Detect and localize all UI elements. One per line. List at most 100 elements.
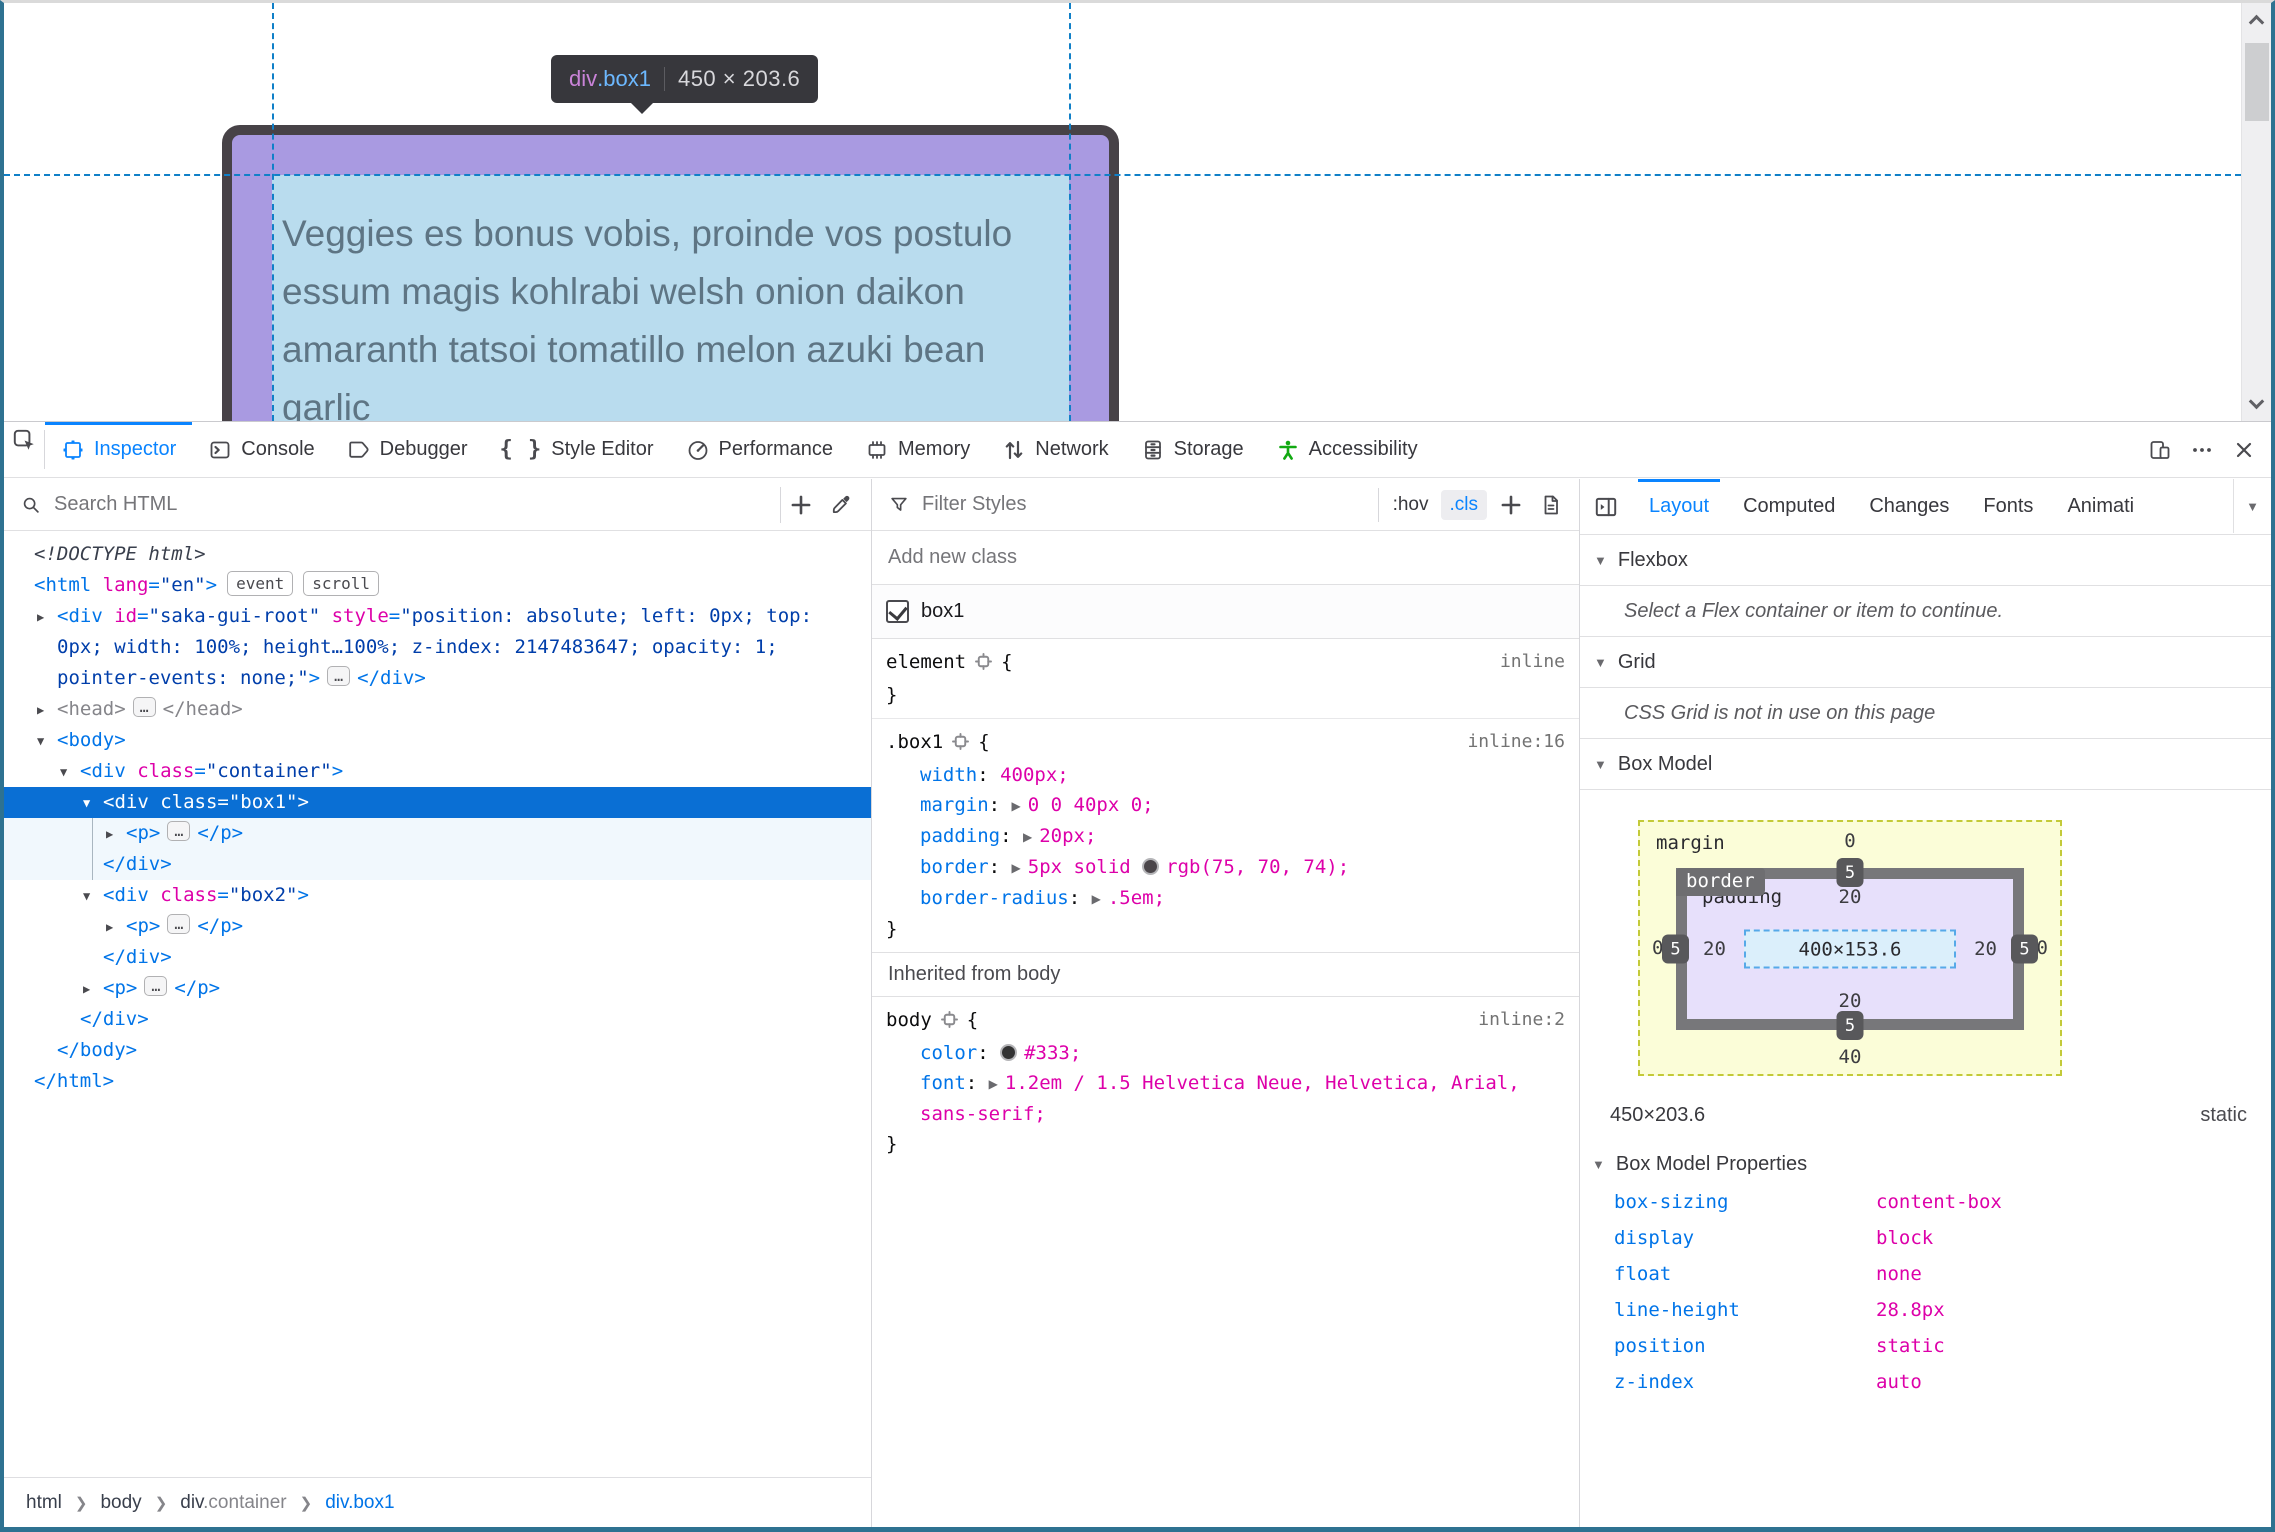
tree-node[interactable]: </div> <box>4 1004 871 1035</box>
css-declaration[interactable]: border-radius: ▶ .5em; <box>886 883 1565 914</box>
add-new-class-input[interactable]: Add new class <box>872 531 1579 585</box>
collapsed-children-icon[interactable]: … <box>132 697 156 717</box>
event-badge[interactable]: scroll <box>303 571 380 596</box>
rule-source-link[interactable]: inline:16 <box>1467 727 1565 757</box>
sidebar-tab-computed[interactable]: Computed <box>1726 479 1852 534</box>
responsive-design-mode-icon[interactable] <box>2139 422 2181 477</box>
page-scrollbar[interactable] <box>2241 3 2271 421</box>
event-badge[interactable]: event <box>227 571 294 596</box>
property-value[interactable]: 28.8px <box>1876 1292 1945 1328</box>
selector-highlighter-icon[interactable] <box>951 730 970 760</box>
tree-node[interactable]: ▼ <div class="box1"> <box>4 787 871 818</box>
border-top-value[interactable]: 5 <box>1836 858 1864 887</box>
sidebar-tab-layout[interactable]: Layout <box>1632 479 1726 534</box>
box-model-properties-header[interactable]: ▼ Box Model Properties <box>1592 1153 2271 1176</box>
close-devtools-icon[interactable] <box>2223 422 2265 477</box>
scroll-up-arrow-icon[interactable] <box>2248 14 2265 31</box>
property-name[interactable]: position <box>1614 1328 1876 1364</box>
tab-style-editor[interactable]: { } Style Editor <box>484 422 670 477</box>
collapsed-children-icon[interactable]: … <box>144 976 168 996</box>
tree-node[interactable]: </div> <box>4 942 871 973</box>
property-name[interactable]: padding <box>920 825 1000 847</box>
all-tabs-chevron-icon[interactable]: ▼ <box>2233 479 2271 533</box>
property-value[interactable]: static <box>1876 1328 1945 1364</box>
search-html-input[interactable]: Search HTML <box>54 493 780 516</box>
sidebar-tab-changes[interactable]: Changes <box>1852 479 1966 534</box>
property-name[interactable]: line-height <box>1614 1292 1876 1328</box>
padding-right-value[interactable]: 20 <box>1974 938 1997 960</box>
tree-node[interactable]: ▼ <body> <box>4 725 871 756</box>
expander-collapse-icon[interactable]: ▼ <box>60 757 67 788</box>
property-value[interactable]: rgb(75, 70, 74); <box>1166 856 1349 878</box>
expander-expand-icon[interactable]: ▶ <box>106 912 113 943</box>
property-value[interactable]: #333; <box>1024 1042 1081 1064</box>
tab-network[interactable]: Network <box>986 422 1124 477</box>
property-name[interactable]: border-radius <box>920 887 1069 909</box>
tree-node[interactable]: </div> <box>4 849 871 880</box>
tree-node[interactable]: <!DOCTYPE html> <box>4 539 871 570</box>
property-name[interactable]: border <box>920 856 989 878</box>
color-swatch[interactable] <box>1000 1044 1018 1061</box>
expander-collapse-icon[interactable]: ▼ <box>37 726 44 757</box>
expand-shorthand-icon[interactable]: ▶ <box>1012 853 1021 883</box>
property-value[interactable]: 0 0 40px 0; <box>1028 794 1154 816</box>
print-media-simulation-icon[interactable] <box>1531 487 1571 523</box>
property-value[interactable]: 20px; <box>1039 825 1096 847</box>
margin-top-value[interactable]: 0 <box>1844 830 1855 852</box>
sidebar-tab-animati[interactable]: Animati <box>2050 479 2151 534</box>
padding-top-value[interactable]: 20 <box>1839 886 1862 908</box>
property-value[interactable]: none <box>1876 1256 1922 1292</box>
expand-sidebar-icon[interactable] <box>1580 479 1632 534</box>
padding-bottom-value[interactable]: 20 <box>1839 990 1862 1012</box>
property-name[interactable]: display <box>1614 1220 1876 1256</box>
css-declaration[interactable]: padding: ▶ 20px; <box>886 821 1565 852</box>
rule-source-link[interactable]: inline:2 <box>1478 1005 1565 1035</box>
css-declaration[interactable]: color: #333; <box>886 1038 1565 1068</box>
property-value[interactable]: block <box>1876 1220 1933 1256</box>
expand-shorthand-icon[interactable]: ▶ <box>1012 791 1021 821</box>
expander-collapse-icon[interactable]: ▼ <box>83 788 90 819</box>
collapsed-children-icon[interactable]: … <box>327 666 351 686</box>
eyedropper-icon[interactable] <box>821 487 861 523</box>
collapsed-children-icon[interactable]: … <box>167 914 191 934</box>
expander-expand-icon[interactable]: ▶ <box>83 974 90 1005</box>
property-value[interactable]: 400px; <box>1000 764 1069 786</box>
css-declaration[interactable]: width: 400px; <box>886 760 1565 790</box>
rule-selector[interactable]: .box1 <box>886 731 943 753</box>
tree-node[interactable]: ▼ <div class="box2"> <box>4 880 871 911</box>
selector-highlighter-icon[interactable] <box>940 1008 959 1038</box>
property-value[interactable]: auto <box>1876 1364 1922 1400</box>
filter-styles-input[interactable]: Filter Styles <box>922 493 1372 516</box>
class-checkbox[interactable] <box>886 600 909 623</box>
expander-expand-icon[interactable]: ▶ <box>37 602 44 633</box>
tree-node[interactable]: </body> <box>4 1035 871 1066</box>
expand-shorthand-icon[interactable]: ▶ <box>1092 884 1101 914</box>
tab-performance[interactable]: Performance <box>670 422 850 477</box>
tree-node[interactable]: ▶ <p> … </p> <box>4 818 871 849</box>
css-declaration[interactable]: border: ▶ 5px solid rgb(75, 70, 74); <box>886 852 1565 883</box>
tree-node[interactable]: ▶ <p> … </p> <box>4 911 871 942</box>
tab-storage[interactable]: Storage <box>1125 422 1260 477</box>
scroll-down-arrow-icon[interactable] <box>2248 393 2265 410</box>
expander-expand-icon[interactable]: ▶ <box>37 695 44 726</box>
tab-accessibility[interactable]: Accessibility <box>1260 422 1434 477</box>
border-left-value[interactable]: 5 <box>1662 934 1689 964</box>
property-name[interactable]: width <box>920 764 977 786</box>
border-bottom-value[interactable]: 5 <box>1836 1011 1864 1040</box>
tab-inspector[interactable]: Inspector <box>45 422 193 477</box>
toggle-classes-button[interactable]: .cls <box>1440 489 1487 520</box>
box-model-border-layer[interactable]: border 5 5 5 5 padding 20 20 20 20 400×1… <box>1662 858 2038 1040</box>
margin-bottom-value[interactable]: 40 <box>1839 1046 1862 1068</box>
tree-node[interactable]: </html> <box>4 1066 871 1097</box>
property-name[interactable]: color <box>920 1042 977 1064</box>
property-value[interactable]: 5px solid <box>1028 856 1142 878</box>
tree-node[interactable]: ▼ <div class="container"> <box>4 756 871 787</box>
tab-console[interactable]: Console <box>192 422 330 477</box>
tree-node[interactable]: <html lang="en"> event scroll <box>4 570 871 601</box>
css-declaration[interactable]: font: ▶ 1.2em / 1.5 Helvetica Neue, Helve… <box>886 1068 1565 1129</box>
tree-node[interactable]: ▶ <div id="saka-gui-root" style="position… <box>4 601 871 694</box>
sidebar-tab-fonts[interactable]: Fonts <box>1966 479 2050 534</box>
property-name[interactable]: font <box>920 1072 966 1094</box>
tree-node[interactable]: ▶ <head> … </head> <box>4 694 871 725</box>
rule-selector[interactable]: element <box>886 651 966 673</box>
